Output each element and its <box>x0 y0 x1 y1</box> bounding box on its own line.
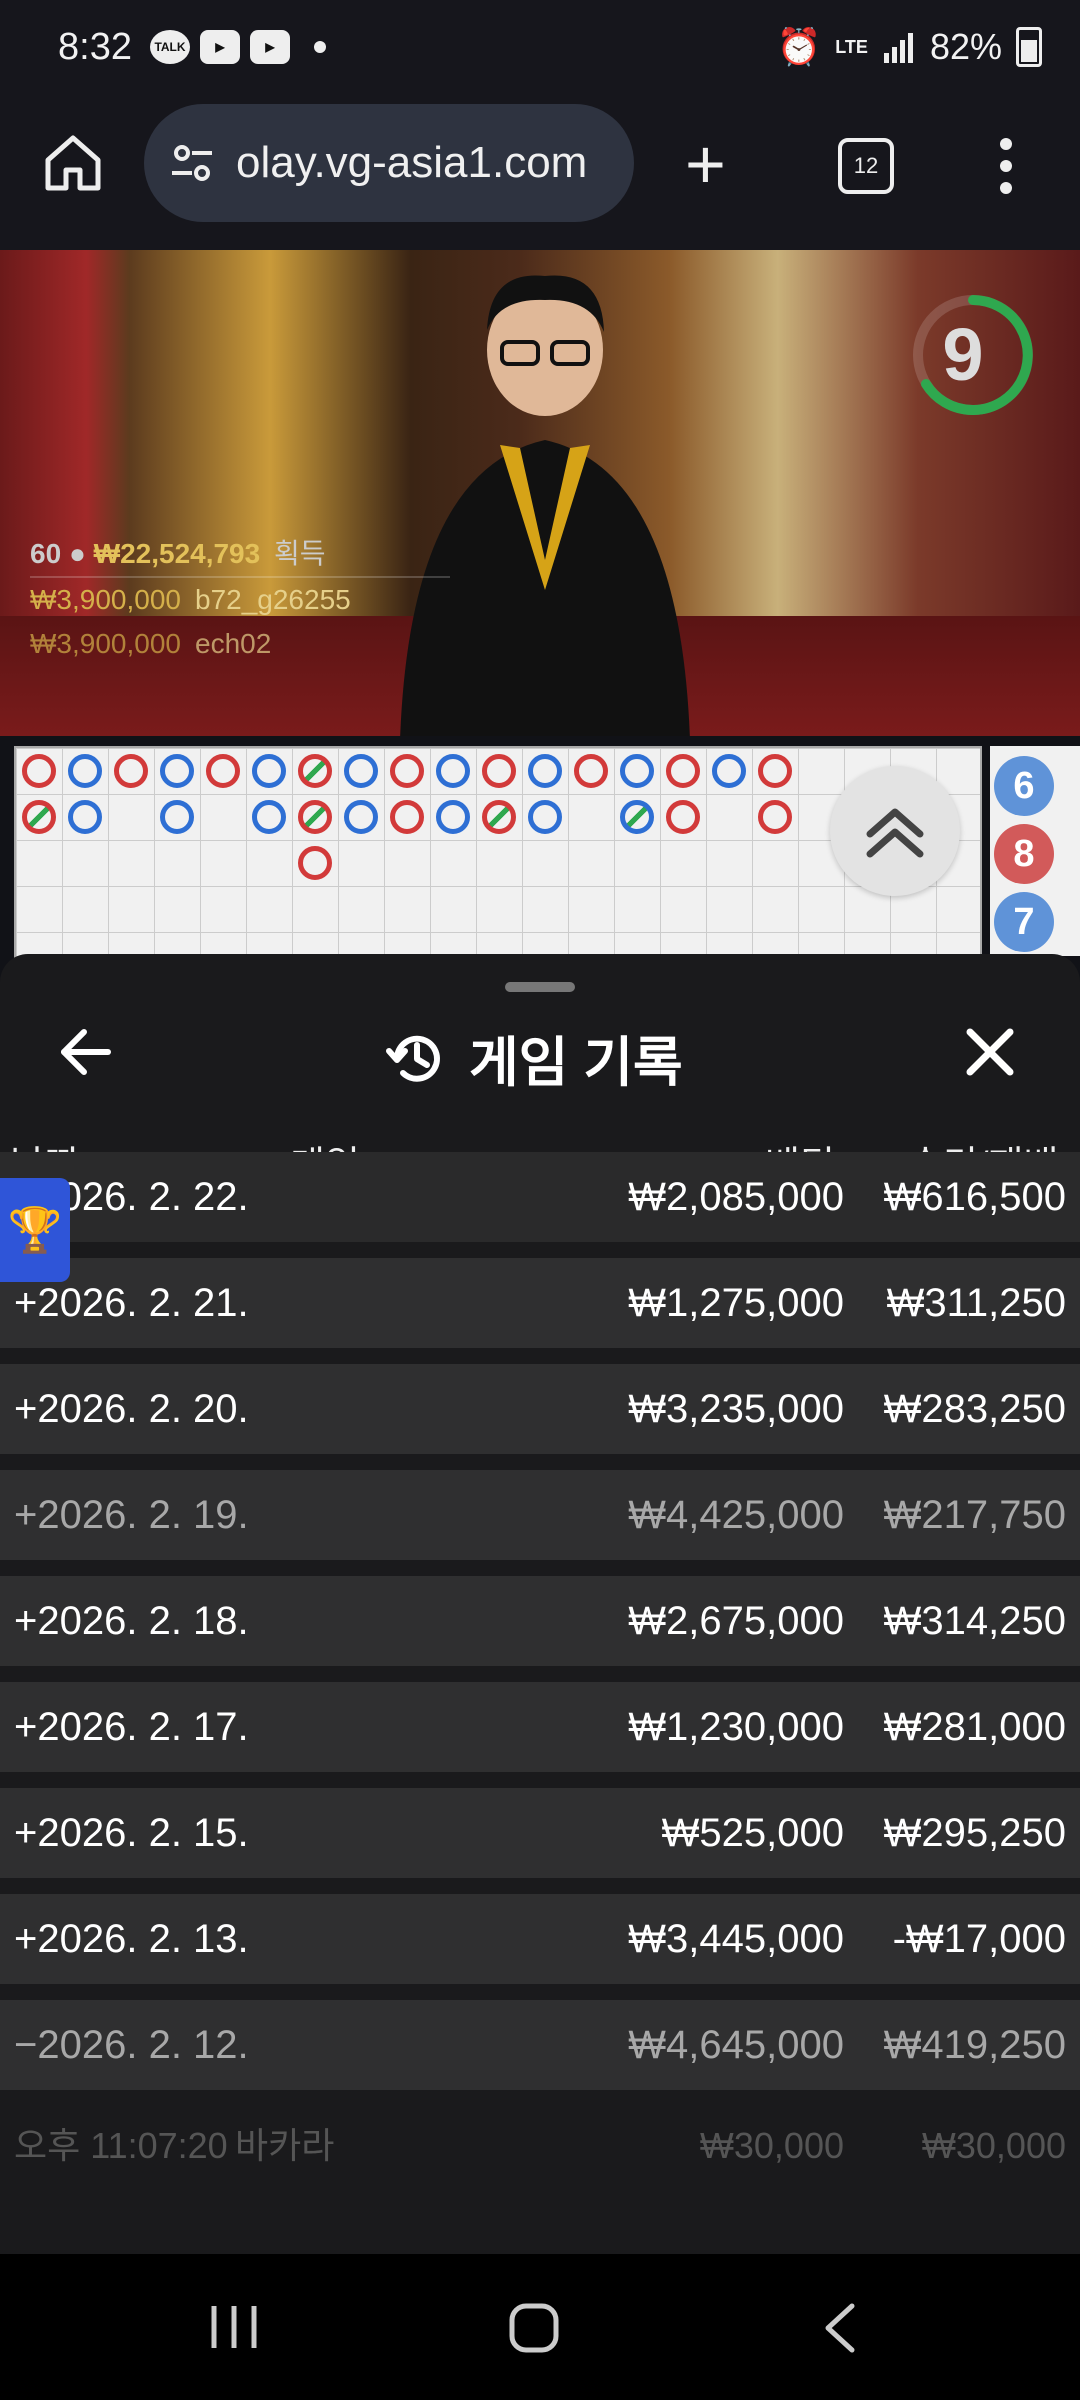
alarm-icon: ⏰ <box>776 26 822 67</box>
winners-summary: 60 ● ₩22,524,793 획득 <box>30 532 450 578</box>
history-row[interactable]: +2026. 2. 15. ₩525,000 ₩295,250 <box>0 1788 1080 1878</box>
player-bead <box>252 800 286 834</box>
history-row[interactable]: +2026. 2. 20. ₩3,235,000 ₩283,250 <box>0 1364 1080 1454</box>
winner-row: ₩3,900,000 ech02 <box>30 628 272 659</box>
player-bead <box>620 754 654 788</box>
winner-row: ₩3,900,000 b72_g26255 <box>30 584 351 615</box>
player-bead <box>528 754 562 788</box>
system-nav-bar <box>0 2254 1080 2400</box>
banker-bead <box>298 800 332 834</box>
dealer-image <box>400 275 690 736</box>
player-bead <box>528 800 562 834</box>
player-bead <box>436 754 470 788</box>
history-row[interactable]: +2026. 2. 21. ₩1,275,000 ₩311,250 <box>0 1258 1080 1348</box>
winners-total: ₩22,524,793 <box>93 538 261 569</box>
expand-up-icon[interactable] <box>830 766 960 896</box>
banker-bead <box>482 754 516 788</box>
youtube-icon: ▶ <box>250 30 290 64</box>
battery-percent: 82% <box>929 26 1002 67</box>
banker-bead <box>114 754 148 788</box>
banker-bead <box>22 800 56 834</box>
player-bead <box>160 800 194 834</box>
player-bead <box>712 754 746 788</box>
back-nav-icon[interactable] <box>820 2302 860 2354</box>
game-history-sheet: 게임 기록 날짜 게임 베팅 승리/패배 +2026. 2. 22.₩2,085… <box>0 954 1080 2254</box>
banker-bead <box>298 846 332 880</box>
side-road-number: 6 <box>994 756 1054 816</box>
lte-icon: LTE <box>835 37 868 57</box>
player-bead <box>252 754 286 788</box>
panel-title: 게임 기록 <box>385 1018 683 1097</box>
countdown-number: 9 <box>942 313 984 396</box>
site-settings-icon[interactable] <box>168 139 216 187</box>
banker-bead <box>482 800 516 834</box>
winners-panel: 60 ● ₩22,524,793 획득 ₩3,900,000 b72_g26255… <box>30 532 450 666</box>
status-right: ⏰ LTE 82% <box>776 26 1042 68</box>
player-bead <box>620 800 654 834</box>
more-menu-icon[interactable] <box>1000 138 1014 204</box>
player-bead <box>344 800 378 834</box>
status-bar: 8:32 TALK ▶ ▶ ⏰ LTE 82% <box>0 0 1080 100</box>
banker-bead <box>298 754 332 788</box>
browser-toolbar: olay.vg-asia1.com + 12 <box>0 100 1080 250</box>
more-notifications-icon <box>314 41 326 53</box>
history-row[interactable]: +2026. 2. 18. ₩2,675,000 ₩314,250 <box>0 1576 1080 1666</box>
recent-apps-icon[interactable] <box>206 2302 262 2352</box>
player-bead <box>436 800 470 834</box>
history-row[interactable]: +2026. 2. 17. ₩1,230,000 ₩281,000 <box>0 1682 1080 1772</box>
banker-bead <box>758 800 792 834</box>
banker-bead <box>206 754 240 788</box>
sheet-drag-handle[interactable] <box>505 982 575 992</box>
back-arrow-icon[interactable] <box>58 1024 114 1080</box>
youtube-icon: ▶ <box>200 30 240 64</box>
battery-icon <box>1016 27 1042 67</box>
side-road: 6 8 7 <box>990 746 1080 956</box>
player-bead <box>68 800 102 834</box>
history-rows: +2026. 2. 22. ₩2,085,000 ₩616,500 +2026. 2… <box>0 1152 1080 2186</box>
live-video[interactable]: 9 60 ● ₩22,524,793 획득 ₩3,900,000 b72_g262… <box>0 250 1080 736</box>
player-bead <box>160 754 194 788</box>
new-tab-button[interactable]: + <box>685 129 726 199</box>
player-bead <box>344 754 378 788</box>
banker-bead <box>22 754 56 788</box>
close-icon[interactable] <box>964 1026 1016 1078</box>
talk-icon: TALK <box>150 30 190 64</box>
url-text: olay.vg-asia1.com <box>236 138 588 187</box>
winners-label: 획득 <box>274 538 326 569</box>
history-row[interactable]: +2026. 2. 22. ₩2,085,000 ₩616,500 <box>0 1152 1080 1242</box>
address-bar[interactable]: olay.vg-asia1.com <box>144 104 634 222</box>
notification-icons: TALK ▶ ▶ <box>150 30 326 64</box>
player-bead <box>68 754 102 788</box>
side-road-number: 8 <box>994 824 1054 884</box>
trophy-icon[interactable]: 🏆 <box>0 1178 70 1282</box>
history-row-expanded[interactable]: −2026. 2. 12. ₩4,645,000 ₩419,250 <box>0 2000 1080 2090</box>
panel-title-text: 게임 기록 <box>469 1033 683 1093</box>
history-icon <box>386 1035 440 1082</box>
banker-bead <box>666 754 700 788</box>
history-row[interactable]: +2026. 2. 19. ₩4,425,000 ₩217,750 <box>0 1470 1080 1560</box>
history-sub-row[interactable]: 오후 11:07:20 바카라 ₩30,000 ₩30,000 <box>0 2106 1080 2186</box>
tab-switcher-button[interactable]: 12 <box>838 138 894 194</box>
banker-bead <box>666 800 700 834</box>
signal-icon <box>883 33 913 63</box>
banker-bead <box>758 754 792 788</box>
status-time: 8:32 <box>58 26 132 68</box>
person-icon: ● <box>68 538 94 569</box>
banker-bead <box>390 754 424 788</box>
history-row[interactable]: +2026. 2. 13. ₩3,445,000 -₩17,000 <box>0 1894 1080 1984</box>
banker-bead <box>390 800 424 834</box>
banker-bead <box>574 754 608 788</box>
home-nav-icon[interactable] <box>508 2302 560 2354</box>
side-road-number: 7 <box>994 892 1054 952</box>
home-icon[interactable] <box>40 130 106 196</box>
